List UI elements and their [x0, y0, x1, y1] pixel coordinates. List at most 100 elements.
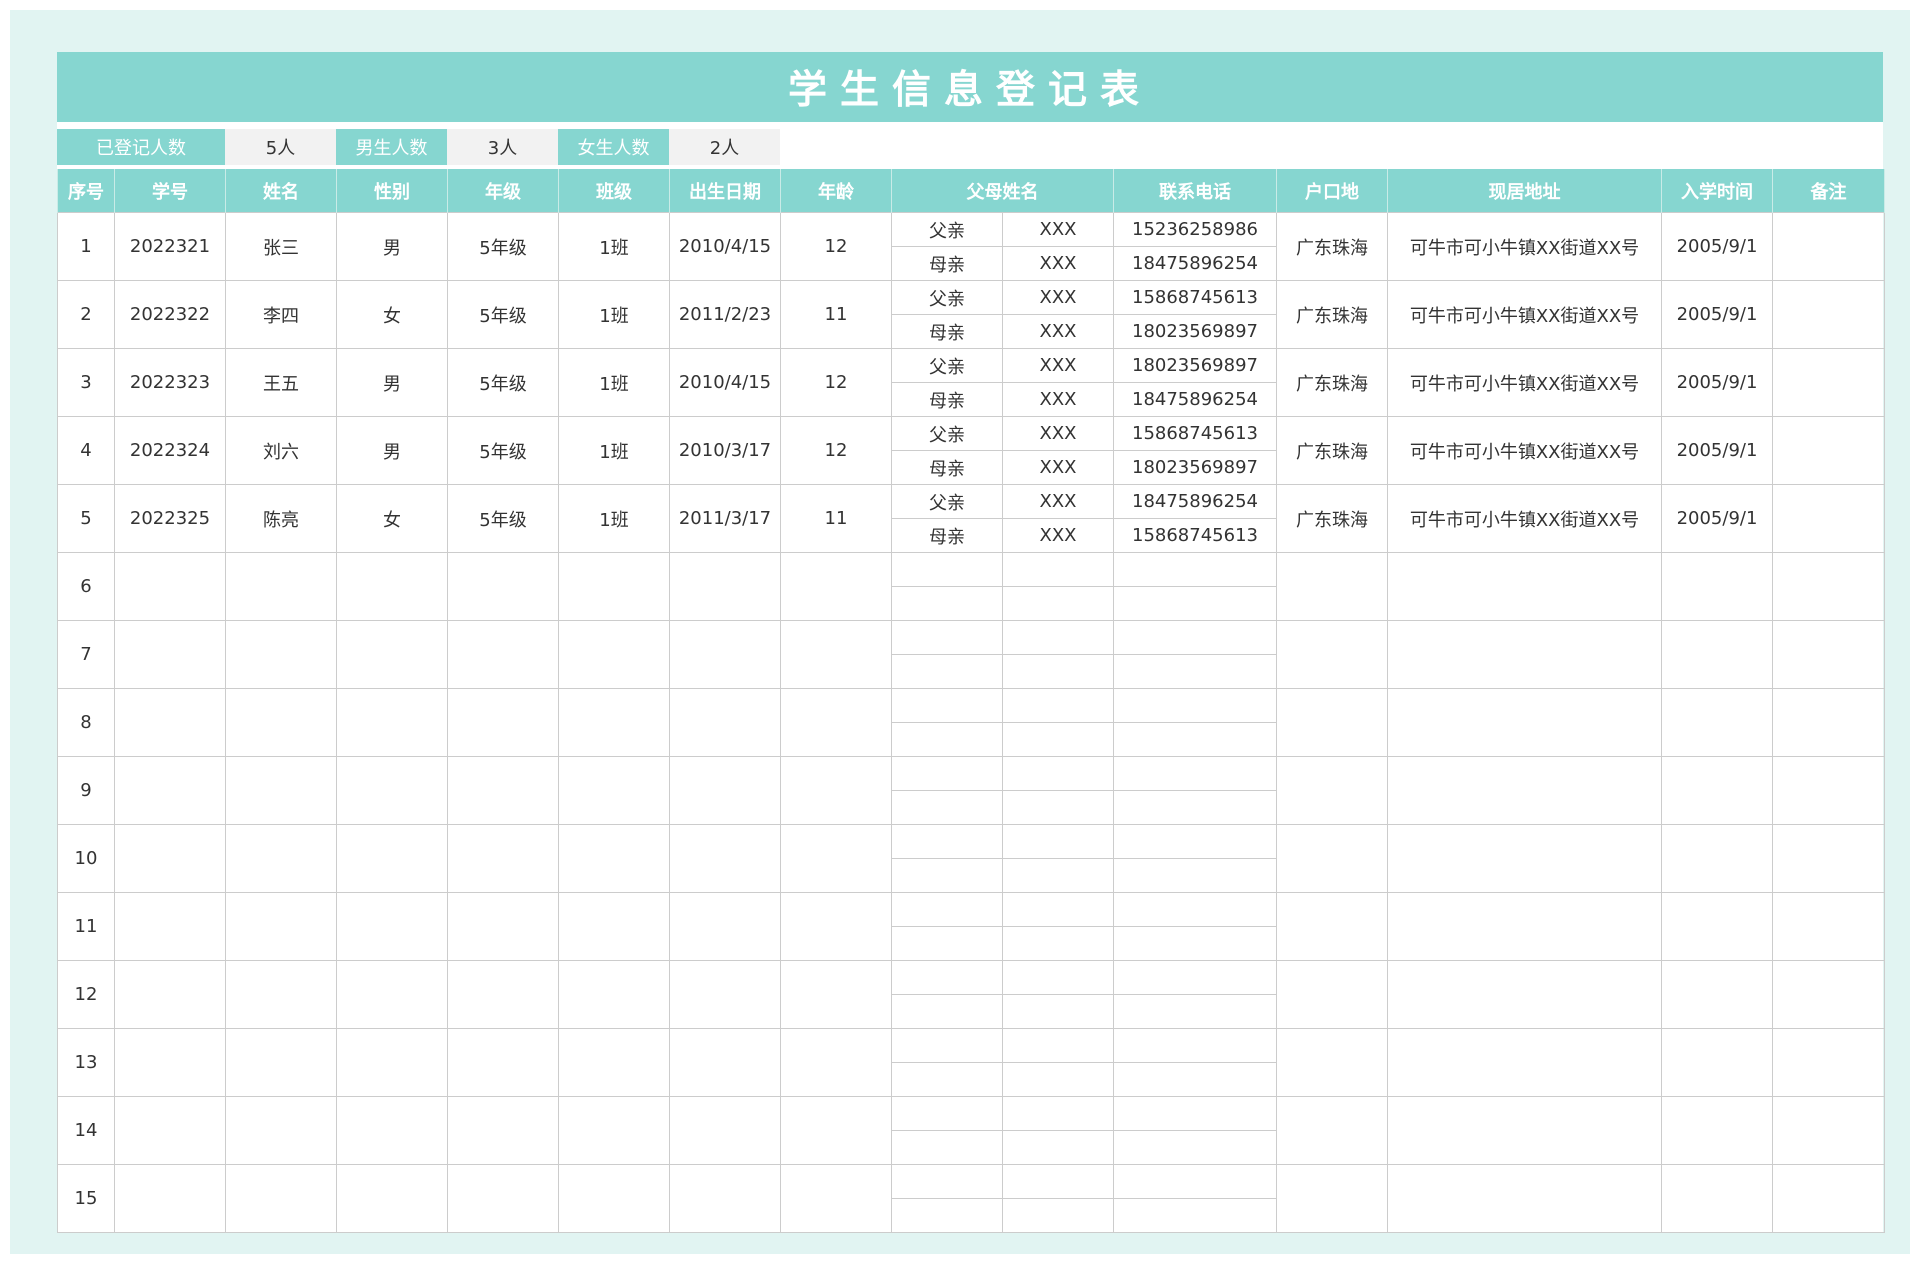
enroll-date-cell[interactable] [1661, 552, 1773, 621]
grade-cell[interactable] [447, 1096, 559, 1165]
parent-phone-cell[interactable] [1113, 756, 1277, 791]
student-id-cell[interactable] [114, 1028, 226, 1097]
grade-cell[interactable] [447, 960, 559, 1029]
row-number-cell[interactable]: 4 [57, 416, 115, 485]
birth-date-cell[interactable] [669, 824, 781, 893]
parent-role-cell[interactable]: 父亲 [891, 348, 1003, 383]
notes-cell[interactable] [1772, 688, 1885, 757]
parent-name-cell[interactable]: XXX [1002, 246, 1114, 281]
parent-phone-cell[interactable] [1113, 994, 1277, 1029]
parent-phone-cell[interactable] [1113, 1130, 1277, 1165]
student-id-cell[interactable] [114, 960, 226, 1029]
header-seq[interactable]: 序号 [57, 169, 115, 213]
notes-cell[interactable] [1772, 212, 1885, 281]
header-hukou[interactable]: 户口地 [1276, 169, 1388, 213]
parent-name-cell[interactable] [1002, 1028, 1114, 1063]
hukou-cell[interactable]: 广东珠海 [1276, 348, 1388, 417]
parent-name-cell[interactable] [1002, 1130, 1114, 1165]
birth-date-cell[interactable] [669, 552, 781, 621]
parent-name-cell[interactable] [1002, 1198, 1114, 1233]
parent-phone-cell[interactable] [1113, 1028, 1277, 1063]
parent-role-cell[interactable] [891, 552, 1003, 587]
header-enroll-date[interactable]: 入学时间 [1661, 169, 1773, 213]
parent-phone-cell[interactable]: 15868745613 [1113, 518, 1277, 553]
gender-cell[interactable]: 女 [336, 280, 448, 349]
parent-role-cell[interactable] [891, 586, 1003, 621]
parent-role-cell[interactable]: 父亲 [891, 416, 1003, 451]
class-cell[interactable]: 1班 [558, 348, 670, 417]
gender-cell[interactable] [336, 960, 448, 1029]
row-number-cell[interactable]: 15 [57, 1164, 115, 1233]
student-id-cell[interactable] [114, 552, 226, 621]
hukou-cell[interactable] [1276, 960, 1388, 1029]
row-number-cell[interactable]: 5 [57, 484, 115, 553]
parent-role-cell[interactable] [891, 1028, 1003, 1063]
gender-cell[interactable] [336, 688, 448, 757]
parent-role-cell[interactable] [891, 1164, 1003, 1199]
class-cell[interactable] [558, 756, 670, 825]
header-gender[interactable]: 性别 [336, 169, 448, 213]
gender-cell[interactable]: 男 [336, 348, 448, 417]
birth-date-cell[interactable]: 2010/4/15 [669, 212, 781, 281]
enroll-date-cell[interactable] [1661, 756, 1773, 825]
notes-cell[interactable] [1772, 824, 1885, 893]
gender-cell[interactable] [336, 1164, 448, 1233]
notes-cell[interactable] [1772, 1164, 1885, 1233]
age-cell[interactable] [780, 552, 892, 621]
male-count-value[interactable]: 3人 [447, 129, 558, 165]
row-number-cell[interactable]: 7 [57, 620, 115, 689]
parent-name-cell[interactable]: XXX [1002, 450, 1114, 485]
parent-role-cell[interactable] [891, 1096, 1003, 1131]
row-number-cell[interactable]: 6 [57, 552, 115, 621]
gender-cell[interactable] [336, 620, 448, 689]
grade-cell[interactable]: 5年级 [447, 416, 559, 485]
class-cell[interactable] [558, 892, 670, 961]
hukou-cell[interactable] [1276, 824, 1388, 893]
gender-cell[interactable] [336, 1028, 448, 1097]
student-name-cell[interactable] [225, 1164, 337, 1233]
parent-name-cell[interactable] [1002, 1096, 1114, 1131]
parent-name-cell[interactable] [1002, 926, 1114, 961]
student-name-cell[interactable] [225, 1028, 337, 1097]
parent-role-cell[interactable] [891, 960, 1003, 995]
parent-role-cell[interactable] [891, 654, 1003, 689]
parent-role-cell[interactable] [891, 1062, 1003, 1097]
parent-phone-cell[interactable] [1113, 1096, 1277, 1131]
student-id-cell[interactable] [114, 1096, 226, 1165]
female-count-value[interactable]: 2人 [669, 129, 780, 165]
row-number-cell[interactable]: 8 [57, 688, 115, 757]
notes-cell[interactable] [1772, 1028, 1885, 1097]
row-number-cell[interactable]: 12 [57, 960, 115, 1029]
parent-phone-cell[interactable] [1113, 824, 1277, 859]
age-cell[interactable]: 11 [780, 280, 892, 349]
grade-cell[interactable]: 5年级 [447, 212, 559, 281]
student-id-cell[interactable] [114, 824, 226, 893]
header-class[interactable]: 班级 [558, 169, 670, 213]
age-cell[interactable]: 11 [780, 484, 892, 553]
parent-phone-cell[interactable]: 15868745613 [1113, 280, 1277, 315]
notes-cell[interactable] [1772, 280, 1885, 349]
gender-cell[interactable] [336, 552, 448, 621]
birth-date-cell[interactable] [669, 892, 781, 961]
parent-role-cell[interactable] [891, 892, 1003, 927]
address-cell[interactable]: 可牛市可小牛镇XX街道XX号 [1387, 416, 1662, 485]
row-number-cell[interactable]: 11 [57, 892, 115, 961]
student-name-cell[interactable] [225, 620, 337, 689]
address-cell[interactable] [1387, 756, 1662, 825]
class-cell[interactable]: 1班 [558, 416, 670, 485]
student-name-cell[interactable] [225, 892, 337, 961]
hukou-cell[interactable] [1276, 552, 1388, 621]
address-cell[interactable] [1387, 960, 1662, 1029]
student-name-cell[interactable]: 李四 [225, 280, 337, 349]
enroll-date-cell[interactable] [1661, 1096, 1773, 1165]
birth-date-cell[interactable]: 2011/3/17 [669, 484, 781, 553]
student-id-cell[interactable]: 2022325 [114, 484, 226, 553]
enroll-date-cell[interactable] [1661, 892, 1773, 961]
student-id-cell[interactable]: 2022321 [114, 212, 226, 281]
parent-phone-cell[interactable] [1113, 586, 1277, 621]
age-cell[interactable] [780, 1028, 892, 1097]
gender-cell[interactable] [336, 1096, 448, 1165]
registered-count-value[interactable]: 5人 [225, 129, 336, 165]
student-id-cell[interactable] [114, 688, 226, 757]
address-cell[interactable] [1387, 688, 1662, 757]
